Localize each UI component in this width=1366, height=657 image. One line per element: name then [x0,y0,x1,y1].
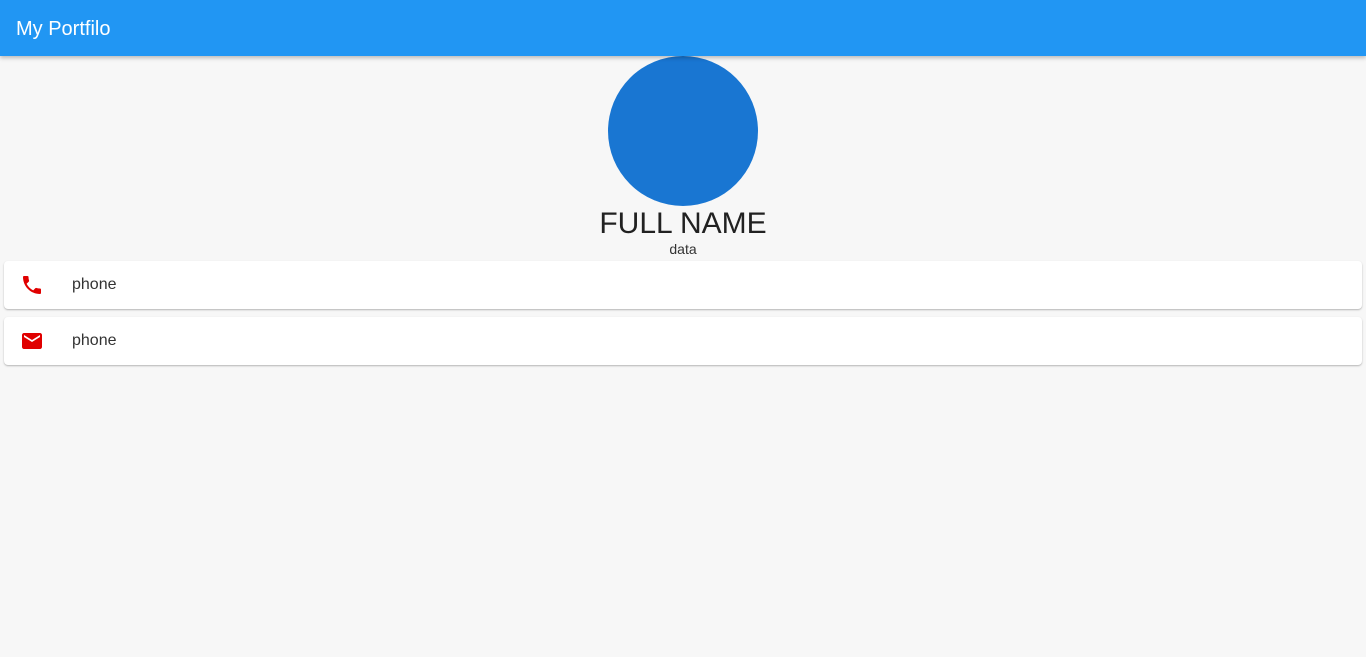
contact-label: phone [72,332,117,349]
contact-card-phone[interactable]: phone [4,261,1362,309]
avatar [608,56,758,206]
phone-icon [20,273,44,297]
contact-card-email[interactable]: phone [4,317,1362,365]
full-name-heading: FULL NAME [599,207,767,240]
app-bar: My Portfilo [0,0,1366,56]
email-icon [20,329,44,353]
contact-label: phone [72,276,117,293]
app-title: My Portfilo [16,18,111,40]
profile-subtitle: data [669,241,697,257]
